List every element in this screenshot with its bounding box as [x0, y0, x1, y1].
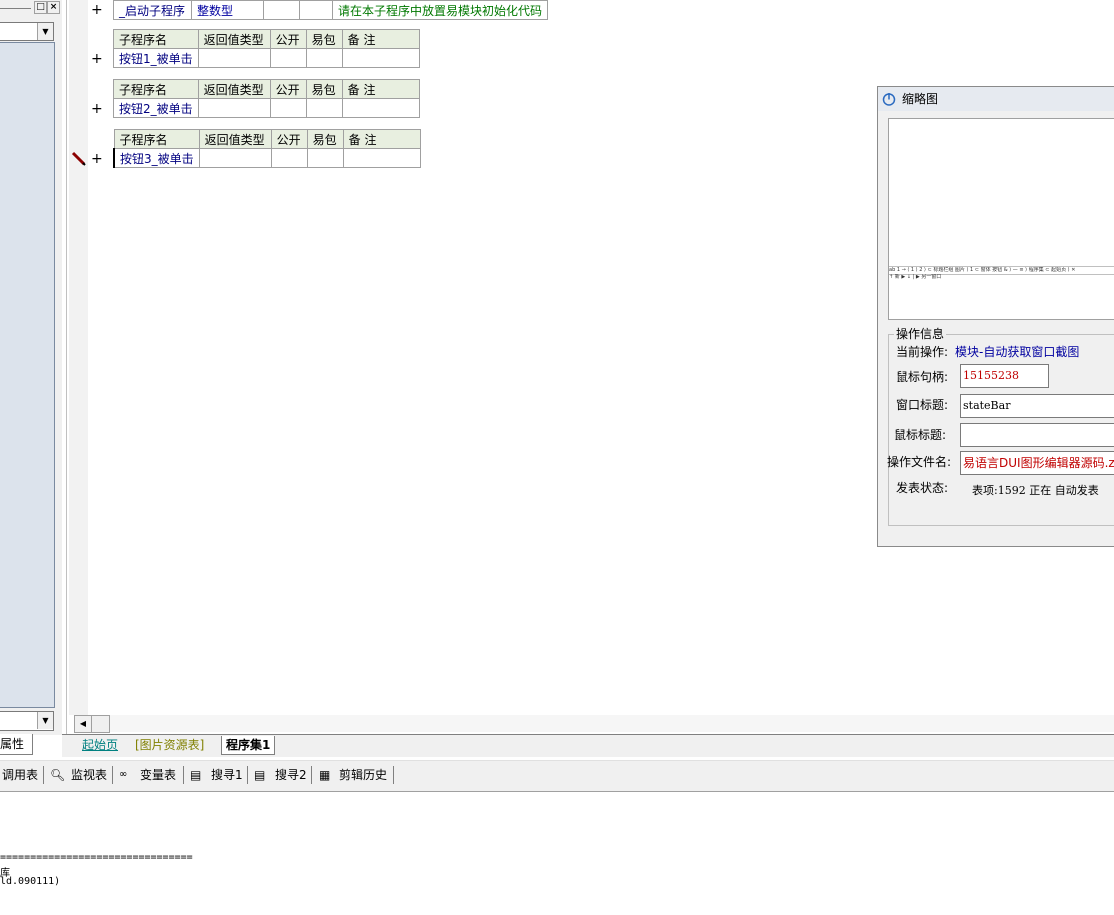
header-remark: 备 注 — [341, 29, 420, 49]
file-name-label: 操作文件名: — [887, 455, 952, 469]
tab-var-table[interactable]: 变量表 — [140, 766, 176, 784]
table-cell-name[interactable]: 按钮2_被单击 — [113, 98, 199, 118]
sub-table: 子程序名 返回值类型 公开 易包 备 注 按钮3_被单击 — [112, 129, 421, 168]
table-cell-remark[interactable] — [341, 98, 420, 118]
document-tabbar — [62, 734, 1114, 757]
editor-gutter — [69, 0, 88, 715]
table-cell-easy[interactable] — [305, 98, 343, 118]
publish-status-value: 表项:1592 正在 自动发表 — [972, 484, 1099, 497]
expand-icon[interactable]: + — [91, 3, 103, 17]
table-cell-public[interactable] — [269, 98, 307, 118]
publish-status-label: 发表状态: — [896, 481, 949, 495]
header-easy-pkg: 易包 — [305, 29, 343, 49]
table-cell-easy[interactable] — [299, 0, 333, 20]
table-cell-name[interactable]: _启动子程序 — [113, 0, 192, 20]
property-list[interactable] — [0, 42, 55, 708]
toolbar-separator — [311, 766, 312, 784]
search-icon: 🔍︎ — [50, 768, 66, 782]
header-return-type: 返回值类型 — [197, 29, 271, 49]
header-public: 公开 — [269, 79, 307, 99]
table-cell-type[interactable]: 整数型 — [191, 0, 264, 20]
sub-table: 子程序名 返回值类型 公开 易包 备 注 按钮2_被单击 — [113, 79, 420, 118]
header-public: 公开 — [270, 129, 308, 149]
chevron-down-icon[interactable]: ▼ — [37, 23, 53, 40]
header-sub-name: 子程序名 — [113, 29, 199, 49]
clock-icon — [882, 93, 896, 106]
mouse-handle-label: 鼠标句柄: — [896, 370, 949, 384]
toolbar-separator — [183, 766, 184, 784]
event-combo[interactable]: ▼ — [0, 711, 54, 731]
current-op-label: 当前操作: — [896, 345, 949, 359]
tab-watch-table[interactable]: 监视表 — [71, 766, 107, 784]
mouse-handle-field[interactable]: 15155238 — [960, 364, 1049, 388]
table-cell-public[interactable] — [270, 148, 308, 168]
sub-table: 子程序名 返回值类型 公开 易包 备 注 按钮1_被单击 — [113, 29, 420, 68]
object-combo[interactable]: ▼ — [0, 22, 54, 41]
tab-search2[interactable]: 搜寻2 — [275, 766, 307, 784]
table-cell-type[interactable] — [198, 148, 272, 168]
header-sub-name: 子程序名 — [113, 129, 200, 149]
window-title-label: 窗口标题: — [896, 398, 949, 412]
output-line: ================================ — [0, 852, 193, 863]
header-easy-pkg: 易包 — [305, 79, 343, 99]
toolbar-separator — [43, 766, 44, 784]
find-icon: ▤ — [190, 768, 202, 782]
tab-properties[interactable]: 属性 — [0, 734, 33, 755]
file-name-field[interactable]: 易语言DUI图形编辑器源码.zip — [960, 451, 1114, 475]
pencil-icon — [71, 151, 86, 166]
startup-sub-table: _启动子程序 整数型 请在本子程序中放置易模块初始化代码 — [113, 0, 549, 20]
table-cell-public[interactable] — [263, 0, 300, 20]
toolbar-separator — [112, 766, 113, 784]
table-cell-name[interactable]: 按钮1_被单击 — [113, 48, 199, 68]
toolbar-separator — [393, 766, 394, 784]
mouse-title-label: 鼠标标题: — [894, 428, 947, 442]
thumbnail-preview[interactable] — [888, 118, 1114, 320]
clipboard-icon: ▦ — [319, 768, 331, 782]
expand-icon[interactable]: + — [91, 52, 103, 66]
scroll-thumb[interactable] — [91, 715, 110, 733]
header-easy-pkg: 易包 — [306, 129, 344, 149]
operation-info-title: 操作信息 — [894, 327, 947, 341]
close-icon[interactable]: × — [47, 1, 60, 14]
horizontal-scrollbar[interactable] — [74, 715, 1114, 732]
header-return-type: 返回值类型 — [198, 129, 272, 149]
table-cell-remark[interactable] — [341, 48, 420, 68]
chevron-down-icon[interactable]: ▼ — [37, 712, 53, 729]
table-cell-easy[interactable] — [306, 148, 344, 168]
tab-clip-history[interactable]: 剪辑历史 — [339, 766, 387, 784]
table-cell-public[interactable] — [269, 48, 307, 68]
editor-divider — [66, 0, 67, 735]
header-remark: 备 注 — [341, 79, 420, 99]
tab-program-set[interactable]: 程序集1 — [221, 736, 276, 755]
toolbar-separator — [247, 766, 248, 784]
restore-icon[interactable]: □ — [34, 1, 47, 14]
table-cell-comment[interactable]: 请在本子程序中放置易模块初始化代码 — [331, 0, 549, 20]
tab-call-table[interactable]: 调用表 — [2, 766, 38, 784]
header-public: 公开 — [269, 29, 307, 49]
find-icon: ▤ — [254, 768, 266, 782]
table-cell-type[interactable] — [197, 48, 271, 68]
table-cell-name[interactable]: 按钮3_被单击 — [112, 148, 200, 168]
header-remark: 备 注 — [342, 129, 421, 149]
table-cell-type[interactable] — [197, 98, 271, 118]
expand-icon[interactable]: + — [91, 102, 103, 116]
header-return-type: 返回值类型 — [197, 79, 271, 99]
output-line: ld.090111) — [0, 876, 61, 887]
current-op-value: 模块-自动获取窗口截图 — [955, 345, 1080, 359]
tab-search1[interactable]: 搜寻1 — [211, 766, 243, 784]
scroll-left-icon[interactable]: ◀ — [74, 715, 92, 733]
window-title-field[interactable]: stateBar — [960, 394, 1114, 418]
tab-start-page[interactable]: 起始页 — [78, 736, 122, 754]
thumbnail-title: 缩略图 — [902, 92, 939, 106]
header-sub-name: 子程序名 — [113, 79, 199, 99]
tab-image-resources[interactable]: [图片资源表] — [131, 736, 208, 754]
expand-icon[interactable]: + — [91, 152, 103, 166]
glasses-icon: ∞ — [119, 769, 128, 780]
left-panel-titlebar: □ × — [0, 0, 62, 18]
table-cell-easy[interactable] — [305, 48, 343, 68]
thumbnail-mini-toolbar: ↑ 新 ▶ ↓ | ▶ 另一窗口 — [889, 274, 942, 280]
table-cell-remark[interactable] — [342, 148, 421, 168]
mouse-title-field[interactable] — [960, 423, 1114, 447]
